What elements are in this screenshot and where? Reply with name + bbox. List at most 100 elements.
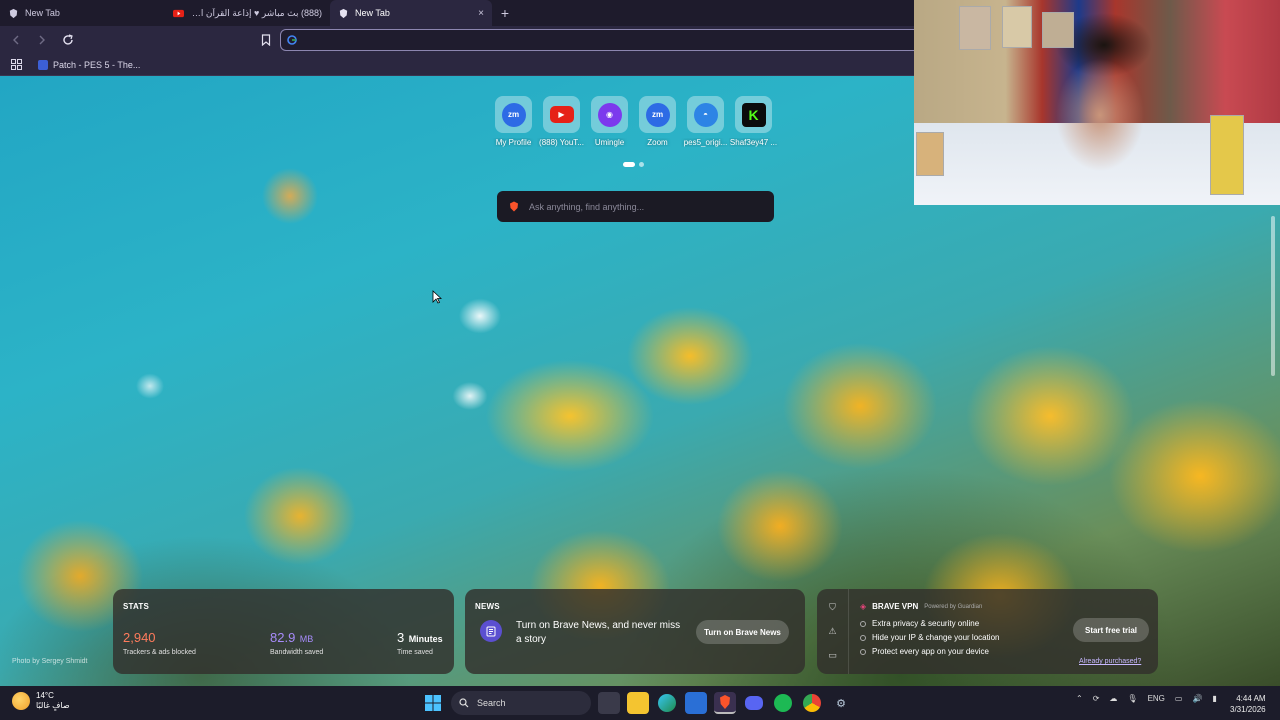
display-icon[interactable]: ▭ (1175, 694, 1183, 703)
onedrive-cloud-icon[interactable]: ☁ (1109, 694, 1117, 703)
weather-temperature: 14°C (36, 691, 54, 700)
top-sites: zm My Profile ▶ (888) YouT... ◉ Umingle … (494, 96, 777, 147)
site-tile: ◉ (591, 96, 628, 133)
kick-icon: K (741, 102, 766, 127)
weather-description: صافٍ غالبًا (36, 701, 70, 711)
page-dot-2[interactable] (639, 162, 644, 167)
task-view-icon[interactable] (598, 692, 620, 714)
turn-on-news-button[interactable]: Turn on Brave News (696, 620, 789, 644)
bookmark-favicon (38, 59, 48, 70)
sun-cloud-icon (12, 692, 30, 711)
discord-icon[interactable] (743, 692, 765, 714)
volume-icon[interactable]: 🔊 (1192, 694, 1202, 703)
tab-new-tab-1[interactable]: New Tab (0, 0, 165, 26)
vpn-feature-text: Hide your IP & change your location (872, 633, 1000, 642)
top-sites-pagination (623, 162, 644, 167)
windows-start-icon[interactable] (422, 692, 444, 714)
wall-poster (1002, 6, 1032, 48)
search-label: Search (477, 698, 506, 708)
vpn-heading: BRAVE VPN (872, 602, 919, 611)
taskbar: 14°C صافٍ غالبًا Search ⚙ ⌃ ⟳ ☁ 🎙 ENG ▭ … (0, 686, 1280, 720)
top-site-pes5[interactable]: ◓ pes5_origi... (684, 96, 727, 147)
already-purchased-link[interactable]: Already purchased? (1079, 658, 1141, 665)
file-explorer-icon[interactable] (627, 692, 649, 714)
bookmark-label: Patch - PES 5 - The... (53, 59, 141, 70)
close-tab-icon[interactable]: × (478, 8, 484, 19)
brave-search-icon (510, 201, 518, 212)
chrome-icon[interactable] (801, 692, 823, 714)
shield-icon[interactable]: ⛉ (829, 602, 836, 613)
vpn-feature-text: Extra privacy & security online (872, 619, 980, 628)
news-heading: NEWS (475, 602, 500, 611)
newspaper-icon (480, 620, 502, 642)
top-site-umingle[interactable]: ◉ Umingle (590, 96, 629, 147)
address-bar[interactable] (280, 29, 920, 51)
chat-bubble-icon: ◉ (597, 102, 622, 127)
warning-icon[interactable]: ⚠ (828, 626, 836, 637)
site-tile: ▶ (543, 96, 580, 133)
time-value: 3 (397, 630, 405, 645)
sync-icon[interactable]: ⟳ (1093, 694, 1100, 703)
tab-youtube-quran[interactable]: (888) بث مباشر ♥ إذاعة القرآن الكريم ... (165, 0, 330, 26)
spotify-icon[interactable] (772, 692, 794, 714)
vpn-feature: Extra privacy & security online (860, 619, 979, 628)
top-site-youtube[interactable]: ▶ (888) YouT... (539, 96, 584, 147)
site-label: (888) YouT... (539, 138, 584, 147)
apps-grid-icon[interactable] (8, 57, 24, 73)
taskbar-apps: Search ⚙ (422, 691, 852, 715)
brave-icon (9, 8, 18, 18)
tab-title: (888) بث مباشر ♥ إذاعة القرآن الكريم ... (190, 7, 322, 18)
bookmark-patch-pes5[interactable]: Patch - PES 5 - The... (38, 59, 141, 70)
bookmark-icon[interactable] (258, 32, 274, 48)
page-dot-1[interactable] (623, 162, 635, 167)
stat-trackers: 2,940 Trackers & ads blocked (123, 629, 196, 656)
settings-gear-icon[interactable]: ⚙ (830, 692, 852, 714)
vpn-card: ⛉ ⚠ ▭ ◈ BRAVE VPN Powered by Guardian Ex… (817, 589, 1158, 674)
vpn-feature-text: Protect every app on your device (872, 647, 989, 656)
vpn-logo-icon: ◈ (860, 602, 867, 611)
top-site-kick[interactable]: K Shaf3ey47 ... (730, 96, 777, 147)
taskbar-search[interactable]: Search (451, 691, 591, 715)
site-label: Shaf3ey47 ... (729, 138, 778, 147)
vpn-powered-by: Powered by Guardian (924, 603, 983, 610)
site-label: My Profile (495, 138, 532, 147)
reload-icon[interactable] (60, 32, 76, 48)
stat-time: 3 Minutes Time saved (397, 629, 443, 656)
start-free-trial-button[interactable]: Start free trial (1073, 618, 1149, 642)
check-icon (860, 634, 866, 641)
stats-heading: STATS (123, 602, 150, 611)
top-site-my-profile[interactable]: zm My Profile (494, 96, 533, 147)
new-tab-button[interactable]: + (492, 0, 518, 26)
tab-new-tab-active[interactable]: New Tab × (330, 0, 492, 26)
search-input[interactable] (529, 201, 749, 212)
taskbar-clock[interactable]: 4:44 AM 3/31/2026 (1230, 693, 1266, 715)
microphone-icon[interactable]: 🎙 (1127, 694, 1137, 703)
scrollbar-thumb[interactable] (1271, 216, 1275, 376)
wallet-icon[interactable]: ▭ (828, 650, 837, 661)
chevron-up-icon[interactable]: ⌃ (1076, 694, 1083, 703)
stat-bandwidth: 82.9 MB Bandwidth saved (270, 629, 323, 656)
mouse-cursor-icon (432, 290, 442, 304)
weather-widget[interactable]: 14°C صافٍ غالبًا (12, 691, 70, 712)
check-icon (860, 648, 866, 655)
back-icon[interactable] (8, 32, 24, 48)
forward-icon[interactable] (34, 32, 50, 48)
microsoft-store-icon[interactable] (685, 692, 707, 714)
time-unit: Minutes (408, 634, 443, 644)
tab-title: New Tab (25, 8, 60, 18)
ntp-search-box[interactable] (497, 191, 774, 222)
photo-credit[interactable]: Photo by Sergey Shmidt (12, 658, 88, 665)
check-icon (860, 620, 866, 627)
wall-poster (1042, 12, 1074, 48)
top-site-zoom[interactable]: zm Zoom (638, 96, 677, 147)
news-promo-text: Turn on Brave News, and never miss a sto… (516, 620, 681, 645)
news-card: NEWS Turn on Brave News, and never miss … (465, 589, 805, 674)
language-indicator[interactable]: ENG (1148, 694, 1165, 703)
bandwidth-label: Bandwidth saved (270, 649, 324, 656)
youtube-icon: ▶ (549, 106, 574, 123)
clock-time: 4:44 AM (1236, 694, 1266, 703)
edge-icon[interactable] (656, 692, 678, 714)
battery-icon[interactable]: ▮ (1212, 694, 1216, 703)
brave-browser-icon[interactable] (714, 692, 736, 714)
site-tile: zm (639, 96, 676, 133)
